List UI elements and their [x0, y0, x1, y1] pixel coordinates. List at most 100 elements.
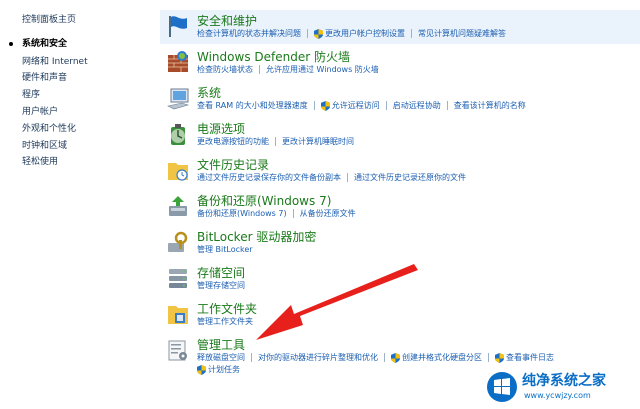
- category-bitlocker: BitLocker 驱动器加密 管理 BitLocker: [160, 226, 640, 260]
- task-link[interactable]: 对你的驱动器进行碎片整理和优化: [258, 352, 378, 363]
- task-link[interactable]: 检查防火墙状态: [197, 64, 253, 75]
- watermark: 纯净系统之家 www.ycwjzy.com: [480, 367, 640, 409]
- category-file-history: 文件历史记录 通过文件历史记录保存你的文件备份副本 通过文件历史记录还原你的文件: [160, 154, 640, 188]
- link-separator: [275, 137, 276, 146]
- sidebar-item-appearance[interactable]: 外观和个性化: [22, 121, 76, 134]
- sidebar-item-clock-region[interactable]: 时钟和区域: [22, 138, 67, 151]
- task-link[interactable]: 通过文件历史记录保存你的文件备份副本: [197, 172, 341, 183]
- task-links: 管理 BitLocker: [197, 244, 253, 255]
- category-title[interactable]: 管理工具: [197, 336, 245, 353]
- task-link[interactable]: 管理 BitLocker: [197, 244, 253, 255]
- file-history-icon: [168, 163, 188, 181]
- category-power-options: 电源选项 更改电源按钮的功能 更改计算机睡眠时间: [160, 118, 640, 152]
- category-firewall: Windows Defender 防火墙 检查防火墙状态 允许应用通过 Wind…: [160, 46, 640, 80]
- link-separator: [385, 101, 387, 110]
- link-separator: [292, 209, 294, 218]
- uac-shield-icon: [495, 352, 504, 363]
- watermark-logo: [487, 372, 517, 402]
- category-title[interactable]: 工作文件夹: [197, 300, 257, 317]
- link-separator: [347, 173, 348, 182]
- uac-shield-icon: [197, 364, 206, 375]
- work-folders-icon: [168, 306, 188, 324]
- task-link[interactable]: 从备份还原文件: [300, 208, 356, 219]
- sidebar-item-hardware[interactable]: 硬件和声音: [22, 70, 67, 83]
- task-links: 检查防火墙状态 允许应用通过 Windows 防火墙: [197, 64, 379, 75]
- admin-tools-icon: [168, 340, 187, 361]
- watermark-url: www.ycwjzy.com: [524, 391, 591, 400]
- task-link[interactable]: 更改电源按钮的功能: [197, 136, 269, 147]
- link-separator: [411, 29, 412, 38]
- category-title[interactable]: 安全和维护: [197, 12, 257, 29]
- uac-shield-icon: [391, 352, 400, 363]
- category-system: 系统 查看 RAM 的大小和处理器速度 允许远程访问 启动远程协助 查看该计算机…: [160, 82, 640, 116]
- task-links: 检查计算机的状态并解决问题 更改用户帐户控制设置 常见计算机问题疑难解答: [197, 28, 506, 39]
- battery-icon: [171, 124, 185, 145]
- category-title[interactable]: 存储空间: [197, 264, 245, 281]
- storage-icon: [169, 269, 187, 288]
- category-list: 安全和维护 检查计算机的状态并解决问题 更改用户帐户控制设置 常见计算机问题疑难…: [160, 0, 640, 409]
- task-links: 查看 RAM 的大小和处理器速度 允许远程访问 启动远程协助 查看该计算机的名称: [197, 100, 526, 111]
- task-link-label: 查看事件日志: [506, 353, 554, 362]
- task-link[interactable]: 常见计算机问题疑难解答: [418, 28, 506, 39]
- link-separator: [307, 29, 308, 38]
- task-link-shielded[interactable]: 更改用户帐户控制设置: [314, 28, 405, 39]
- task-links: 通过文件历史记录保存你的文件备份副本 通过文件历史记录还原你的文件: [197, 172, 466, 183]
- task-link-shielded[interactable]: 创建并格式化硬盘分区: [391, 352, 482, 363]
- sidebar-item-system-security[interactable]: 系统和安全: [22, 36, 67, 49]
- category-title[interactable]: 电源选项: [197, 120, 245, 137]
- task-link-label: 创建并格式化硬盘分区: [402, 353, 482, 362]
- task-link[interactable]: 释放磁盘空间: [197, 352, 245, 363]
- sidebar-item-programs[interactable]: 程序: [22, 87, 40, 100]
- category-backup-restore: 备份和还原(Windows 7) 备份和还原(Windows 7) 从备份还原文…: [160, 190, 640, 224]
- category-title[interactable]: BitLocker 驱动器加密: [197, 228, 316, 245]
- backup-icon: [169, 196, 187, 216]
- task-links: 管理工作文件夹: [197, 316, 253, 327]
- task-links: 备份和还原(Windows 7) 从备份还原文件: [197, 208, 356, 219]
- task-link-shielded[interactable]: 查看事件日志: [495, 352, 554, 363]
- uac-shield-icon: [320, 100, 330, 111]
- firewall-icon: [168, 51, 188, 72]
- sidebar-item-network[interactable]: 网络和 Internet: [22, 54, 88, 67]
- category-title[interactable]: 系统: [197, 84, 221, 101]
- task-links: 释放磁盘空间 对你的驱动器进行碎片整理和优化 创建并格式化硬盘分区 查看事件日志: [197, 352, 554, 363]
- task-link[interactable]: 启动远程协助: [393, 100, 441, 111]
- task-link[interactable]: 管理工作文件夹: [197, 316, 253, 327]
- link-separator: [488, 353, 489, 362]
- category-title[interactable]: 备份和还原(Windows 7): [197, 192, 331, 209]
- task-link[interactable]: 管理存储空间: [197, 280, 245, 291]
- category-title[interactable]: 文件历史记录: [197, 156, 269, 173]
- category-storage-spaces: 存储空间 管理存储空间: [160, 262, 640, 296]
- task-link[interactable]: 通过文件历史记录还原你的文件: [354, 172, 466, 183]
- flag-icon: [169, 16, 187, 37]
- sidebar-item-user-accounts[interactable]: 用户帐户: [22, 104, 58, 117]
- task-links-second-line: 计划任务: [197, 364, 240, 375]
- category-work-folders: 工作文件夹 管理工作文件夹: [160, 298, 640, 332]
- link-separator: [251, 353, 252, 362]
- task-link[interactable]: 查看该计算机的名称: [454, 100, 526, 111]
- uac-shield-icon: [314, 28, 323, 39]
- task-links: 管理存储空间: [197, 280, 245, 291]
- link-separator: [446, 101, 448, 110]
- link-separator: [259, 65, 260, 74]
- task-link-label: 计划任务: [208, 365, 240, 374]
- task-link-shielded[interactable]: 允许远程访问: [320, 100, 380, 111]
- task-link[interactable]: 查看 RAM 的大小和处理器速度: [197, 100, 308, 111]
- task-link-label: 允许远程访问: [331, 101, 380, 110]
- task-link[interactable]: 备份和还原(Windows 7): [197, 208, 287, 219]
- category-security-maintenance: 安全和维护 检查计算机的状态并解决问题 更改用户帐户控制设置 常见计算机问题疑难…: [160, 10, 640, 44]
- bitlocker-icon: [168, 231, 188, 252]
- task-link[interactable]: 允许应用通过 Windows 防火墙: [266, 64, 379, 75]
- control-panel-home-link[interactable]: 控制面板主页: [22, 12, 76, 25]
- link-separator: [384, 353, 385, 362]
- computer-icon: [167, 88, 190, 110]
- task-link[interactable]: 检查计算机的状态并解决问题: [197, 28, 301, 39]
- watermark-title: 纯净系统之家: [522, 373, 606, 389]
- task-link-shielded[interactable]: 计划任务: [197, 364, 240, 375]
- link-separator: [313, 101, 315, 110]
- left-navigation: 控制面板主页 系统和安全 网络和 Internet 硬件和声音 程序 用户帐户 …: [0, 0, 160, 409]
- category-title[interactable]: Windows Defender 防火墙: [197, 48, 350, 65]
- task-link[interactable]: 更改计算机睡眠时间: [282, 136, 354, 147]
- sidebar-item-ease-of-access[interactable]: 轻松使用: [22, 154, 58, 167]
- current-item-bullet: [9, 42, 13, 46]
- task-links: 更改电源按钮的功能 更改计算机睡眠时间: [197, 136, 354, 147]
